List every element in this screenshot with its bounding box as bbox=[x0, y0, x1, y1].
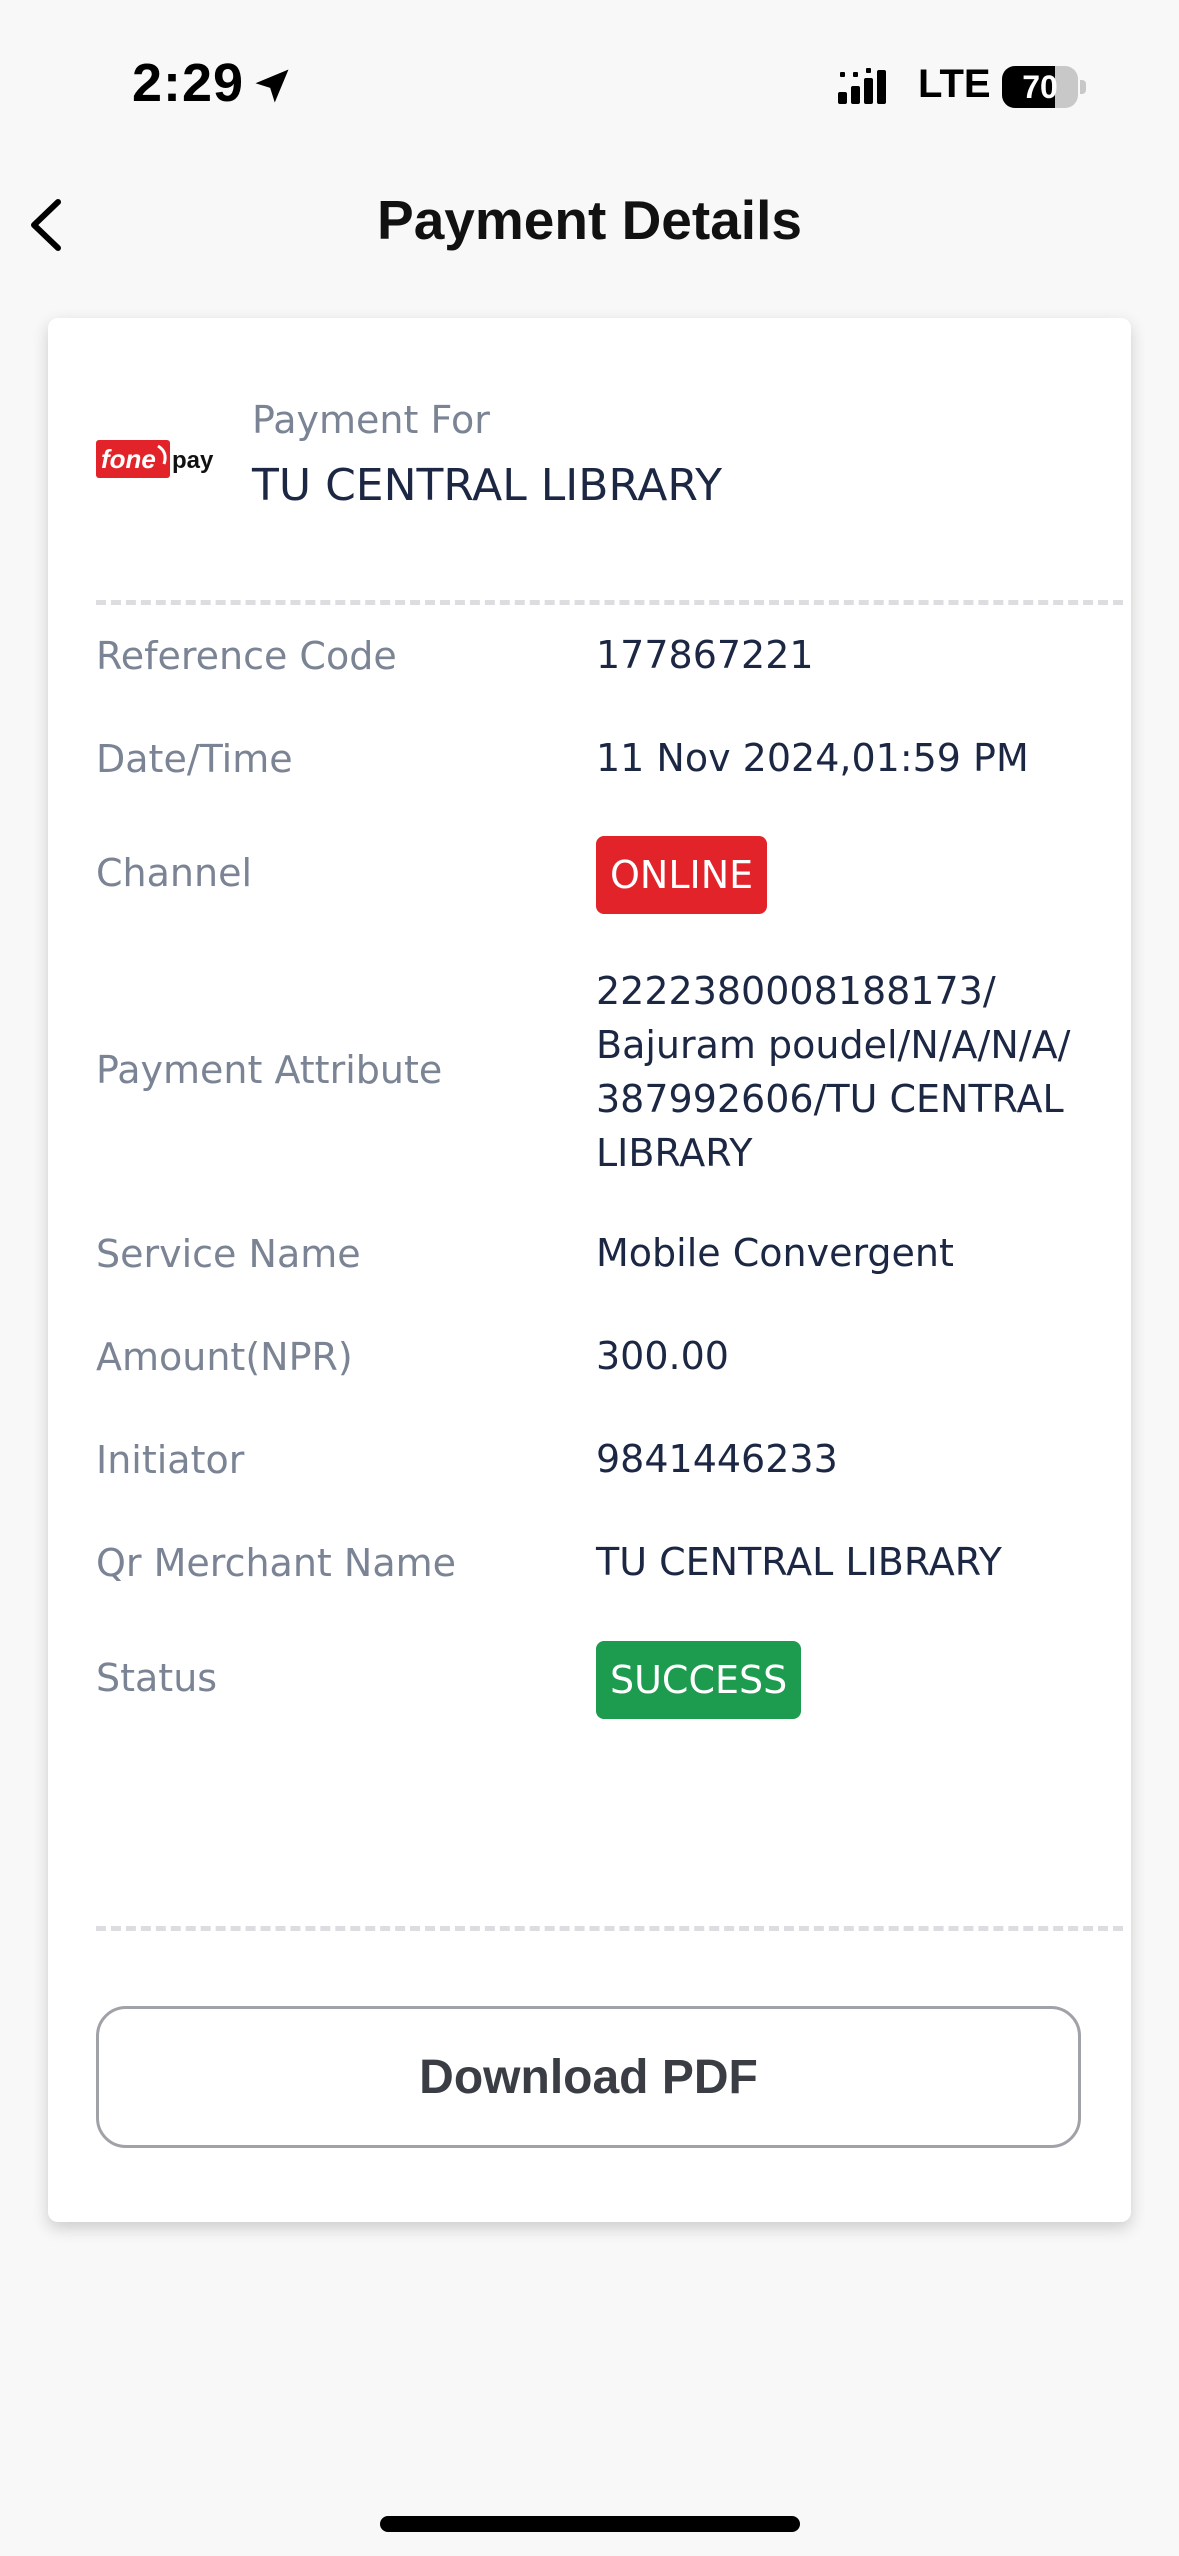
initiator-label: Initiator bbox=[96, 1438, 245, 1482]
reference-code-label: Reference Code bbox=[96, 634, 397, 678]
svg-text:fone: fone bbox=[101, 444, 156, 474]
payment-for-value: TU CENTRAL LIBRARY bbox=[252, 460, 722, 511]
payment-for-label: Payment For bbox=[252, 398, 490, 442]
payment-attribute-label: Payment Attribute bbox=[96, 1048, 443, 1092]
status-badge: SUCCESS bbox=[596, 1641, 802, 1719]
payment-attribute-line: LIBRARY bbox=[596, 1131, 753, 1175]
initiator-value: 9841446233 bbox=[596, 1437, 838, 1481]
battery-percent: 70 bbox=[1022, 69, 1058, 105]
service-name-label: Service Name bbox=[96, 1232, 361, 1276]
payment-card: fone pay Payment For TU CENTRAL LIBRARY … bbox=[48, 318, 1131, 2222]
cellular-signal-icon bbox=[838, 68, 886, 104]
divider bbox=[96, 1926, 1123, 1931]
home-indicator[interactable] bbox=[380, 2516, 800, 2532]
location-arrow-icon bbox=[255, 69, 289, 103]
download-pdf-button[interactable]: Download PDF bbox=[96, 2006, 1081, 2148]
payment-attribute-line: 387992606/TU CENTRAL bbox=[596, 1077, 1064, 1121]
payment-attribute-line: 2222380008188173/ bbox=[596, 969, 996, 1013]
amount-label: Amount(NPR) bbox=[96, 1335, 353, 1379]
carrier-label: LTE bbox=[918, 62, 991, 106]
qr-merchant-name-label: Qr Merchant Name bbox=[96, 1541, 456, 1585]
header: Payment Details bbox=[0, 170, 1179, 280]
channel-badge: ONLINE bbox=[596, 836, 768, 914]
status-bar: 2:29 LTE 70 bbox=[0, 0, 1179, 170]
date-time-label: Date/Time bbox=[96, 737, 293, 781]
payment-attribute-line: Bajuram poudel/N/A/N/A/ bbox=[596, 1023, 1071, 1067]
fonepay-logo: fone pay bbox=[96, 440, 214, 478]
status-time: 2:29 bbox=[132, 53, 245, 113]
amount-value: 300.00 bbox=[596, 1334, 729, 1378]
svg-text:pay: pay bbox=[172, 447, 214, 474]
status-label: Status bbox=[96, 1656, 218, 1700]
date-time-value: 11 Nov 2024,01:59 PM bbox=[596, 736, 1029, 780]
reference-code-value: 177867221 bbox=[596, 633, 814, 677]
battery-icon: 70 bbox=[1002, 66, 1086, 108]
channel-label: Channel bbox=[96, 851, 253, 895]
payment-attribute-value: 2222380008188173/ Bajuram poudel/N/A/N/A… bbox=[596, 964, 1070, 1180]
page-title: Payment Details bbox=[377, 189, 802, 251]
divider bbox=[96, 600, 1123, 605]
qr-merchant-name-value: TU CENTRAL LIBRARY bbox=[596, 1540, 1002, 1584]
service-name-value: Mobile Convergent bbox=[596, 1231, 954, 1275]
